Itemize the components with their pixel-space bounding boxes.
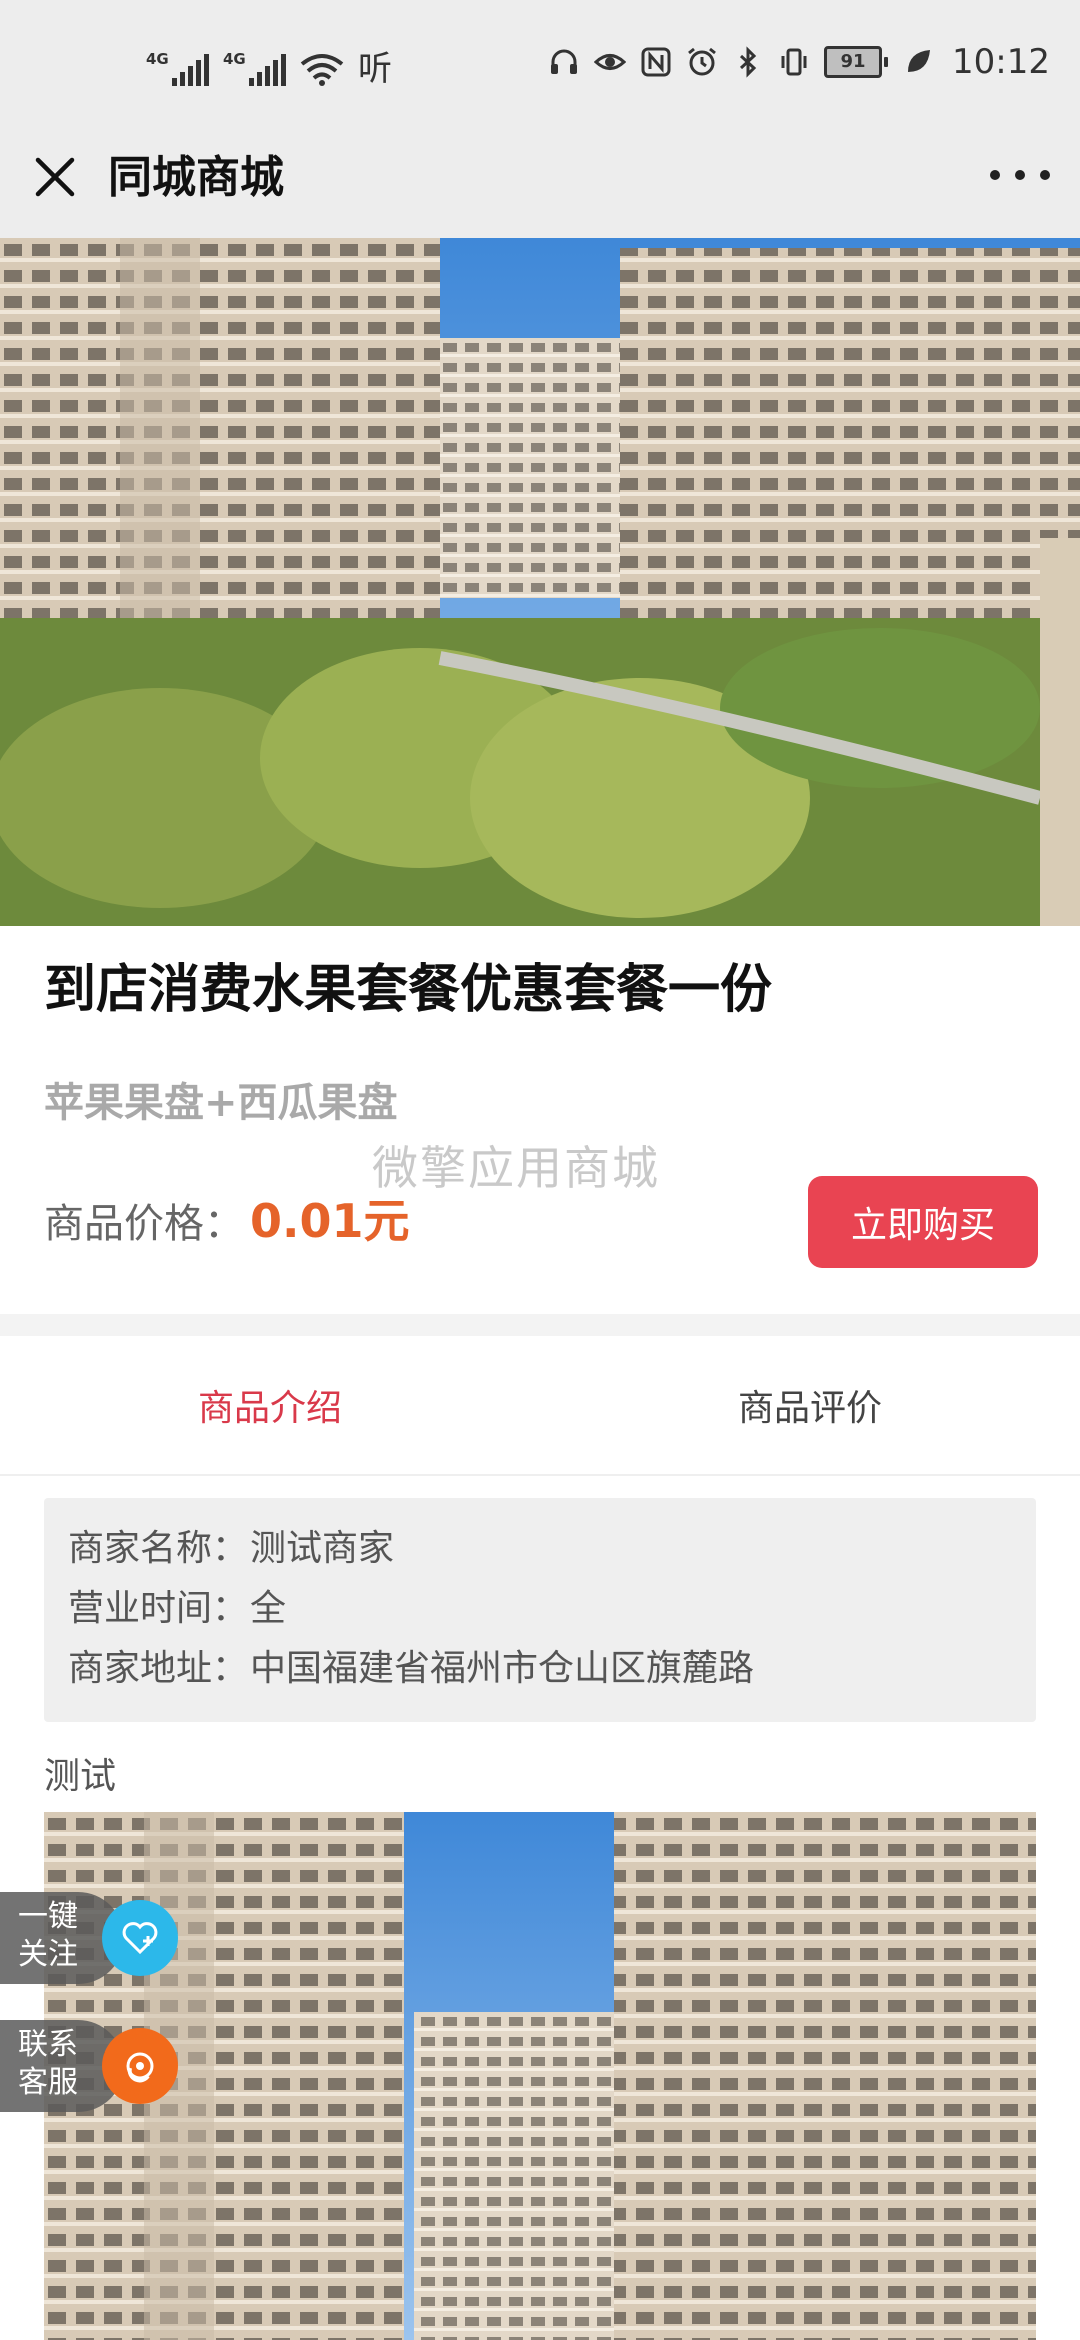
merchant-address-value: 中国福建省福州市仓山区旗麓路 [250, 1648, 755, 1689]
business-hours-row: 营业时间：全 [68, 1584, 286, 1634]
buy-now-button[interactable]: 立即购买 [808, 1176, 1038, 1268]
business-hours-value: 全 [250, 1588, 287, 1629]
merchant-address-row: 商家地址：中国福建省福州市仓山区旗麓路 [68, 1644, 754, 1694]
product-title: 到店消费水果套餐优惠套餐一份 [44, 960, 773, 1020]
network-type-1: 4G [146, 50, 169, 68]
bluetooth-icon [732, 46, 764, 78]
tab-product-intro[interactable]: 商品介绍 [0, 1336, 540, 1474]
product-hero-image [0, 238, 1080, 926]
network-type-2: 4G [223, 50, 246, 68]
headset-icon[interactable] [102, 2028, 178, 2104]
customer-service-floating-button[interactable]: 联系客服 [0, 2020, 178, 2112]
follow-label: 一键关注 [18, 1899, 78, 1972]
leaf-icon [902, 46, 934, 78]
merchant-name-label: 商家名称： [68, 1528, 249, 1569]
battery-level: 91 [824, 46, 883, 78]
wifi-icon [300, 52, 344, 86]
signal-strength-icon-2: 4G [223, 50, 286, 86]
customer-service-label: 联系客服 [18, 2027, 78, 2100]
hd-audio-indicator: 听 [358, 49, 392, 89]
battery-icon: 91 [824, 46, 889, 78]
status-left: 4G 4G 听 [146, 44, 392, 86]
price-label: 商品价格： [44, 1201, 244, 1247]
status-bar: 4G 4G 听 91 10:12 [0, 0, 1080, 130]
eye-icon [594, 46, 627, 78]
product-subtitle: 苹果果盘+西瓜果盘 [44, 1080, 398, 1126]
product-detail-image [44, 1812, 1036, 2340]
tab-product-reviews[interactable]: 商品评价 [540, 1336, 1080, 1474]
vibrate-icon [778, 46, 810, 78]
product-description: 测试 [44, 1756, 117, 1797]
watermark-text: 微擎应用商城 [372, 1141, 660, 1195]
merchant-name-row: 商家名称：测试商家 [68, 1524, 394, 1574]
merchant-address-label: 商家地址： [68, 1648, 249, 1689]
clock-time: 10:12 [952, 42, 1050, 82]
navigation-bar: 同城商城 [0, 130, 1080, 238]
merchant-name-value: 测试商家 [250, 1528, 395, 1569]
close-icon[interactable] [30, 152, 80, 202]
status-right: 91 10:12 [548, 42, 1050, 82]
more-options-icon[interactable] [990, 160, 1050, 190]
heart-plus-icon[interactable] [102, 1900, 178, 1976]
tab-bar: 商品介绍 商品评价 [0, 1336, 1080, 1476]
section-divider [0, 1314, 1080, 1336]
page-title: 同城商城 [108, 152, 284, 203]
price-value: 0.01元 [250, 1194, 410, 1248]
merchant-info-box: 商家名称：测试商家 营业时间：全 商家地址：中国福建省福州市仓山区旗麓路 [44, 1498, 1036, 1722]
follow-floating-button[interactable]: 一键关注 [0, 1892, 178, 1984]
nfc-icon [640, 46, 672, 78]
business-hours-label: 营业时间： [68, 1588, 249, 1629]
alarm-icon [686, 46, 718, 78]
headphones-icon [548, 46, 580, 78]
signal-strength-icon: 4G [146, 50, 209, 86]
